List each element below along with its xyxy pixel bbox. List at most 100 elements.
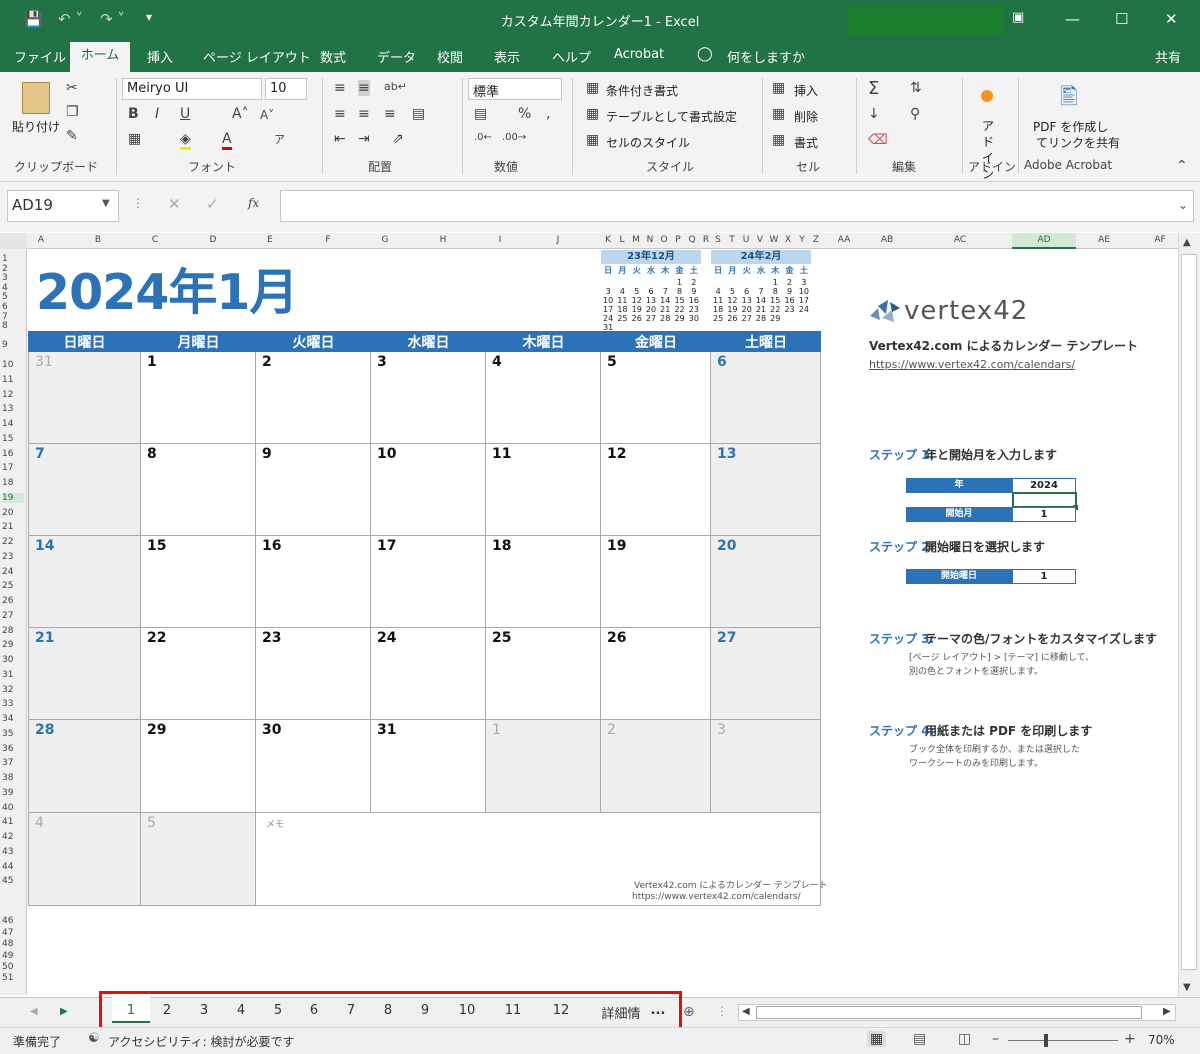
format-painter-icon[interactable]: ✎ — [66, 128, 78, 144]
row-header[interactable]: 46 — [2, 916, 24, 926]
row-header[interactable]: 15 — [2, 434, 24, 444]
row-header[interactable]: 34 — [2, 714, 24, 724]
row-header[interactable]: 37 — [2, 758, 24, 768]
row-header[interactable]: 19 — [2, 492, 24, 503]
next-sheet-icon[interactable]: ▶ — [60, 1006, 68, 1017]
accessibility-status[interactable]: アクセシビリティ: 検討が必要です — [108, 1033, 295, 1050]
calendar-day-cell[interactable]: 26 — [601, 628, 711, 720]
find-select-icon[interactable]: ⚲ — [910, 106, 920, 122]
row-header[interactable]: 10 — [2, 360, 24, 370]
column-header[interactable]: AE — [1094, 235, 1114, 245]
row-header[interactable]: 43 — [2, 847, 24, 857]
row-header[interactable]: 12 — [2, 390, 24, 400]
column-header[interactable]: D — [205, 235, 221, 245]
bold-icon[interactable]: B — [128, 106, 139, 122]
column-header[interactable]: E — [262, 235, 278, 245]
column-header[interactable]: N — [643, 235, 657, 245]
column-header[interactable]: U — [739, 235, 753, 245]
calendar-day-cell[interactable]: 18 — [486, 536, 601, 628]
column-header[interactable]: AC — [950, 235, 970, 245]
calendar-day-cell[interactable]: 31 — [28, 352, 141, 444]
expand-formula-icon[interactable]: ⌄ — [1178, 198, 1188, 212]
currency-icon[interactable]: ▤ — [474, 106, 487, 122]
tab-review[interactable]: 校閲 — [437, 47, 463, 66]
calendar-day-cell[interactable]: 13 — [711, 444, 821, 536]
column-header[interactable]: Q — [685, 235, 699, 245]
phonetic-icon[interactable]: ア — [274, 131, 285, 147]
column-header[interactable]: P — [671, 235, 685, 245]
calendar-day-cell[interactable]: 3 — [371, 352, 486, 444]
name-box-dropdown-icon[interactable]: ▼ — [102, 198, 110, 209]
zoom-in-icon[interactable]: + — [1124, 1031, 1136, 1047]
calendar-day-cell[interactable]: 21 — [28, 628, 141, 720]
row-header[interactable]: 18 — [2, 478, 24, 488]
align-left-icon[interactable]: ≡ — [334, 106, 346, 122]
column-header[interactable]: K — [601, 235, 615, 245]
column-header[interactable]: S — [711, 235, 725, 245]
calendar-day-cell[interactable]: 17 — [371, 536, 486, 628]
row-header[interactable]: 2 — [2, 264, 24, 274]
collapse-ribbon-icon[interactable]: ⌃ — [1176, 158, 1188, 174]
calendar-day-cell[interactable]: 11 — [486, 444, 601, 536]
scroll-down-icon[interactable]: ▼ — [1183, 982, 1191, 993]
increase-decimal-icon[interactable]: .0← — [474, 132, 492, 143]
column-header[interactable]: B — [90, 235, 106, 245]
row-header[interactable]: 13 — [2, 404, 24, 414]
row-header[interactable]: 5 — [2, 292, 24, 302]
align-middle-icon[interactable]: ≡ — [358, 80, 370, 96]
row-header[interactable]: 20 — [2, 508, 24, 518]
start-month-input[interactable]: 1 — [1012, 507, 1076, 522]
paste-button[interactable]: 貼り付け — [12, 118, 60, 135]
enter-icon[interactable]: ✓ — [206, 195, 219, 213]
border-icon[interactable]: ▦ — [128, 131, 141, 147]
font-name-select[interactable]: Meiryo UI — [122, 78, 262, 100]
font-size-select[interactable]: 10 — [265, 78, 307, 100]
addins-icon[interactable] — [981, 90, 993, 102]
clear-icon[interactable]: ⌫ — [868, 132, 888, 148]
page-break-view-icon[interactable]: ◫ — [958, 1031, 971, 1047]
formula-input[interactable] — [280, 190, 1194, 222]
row-header[interactable]: 40 — [2, 803, 24, 813]
comma-icon[interactable]: , — [546, 106, 550, 122]
row-header[interactable]: 21 — [2, 522, 24, 532]
cancel-icon[interactable]: ✕ — [168, 195, 181, 213]
row-header[interactable]: 8 — [2, 321, 24, 331]
row-header[interactable]: 4 — [2, 283, 24, 293]
start-weekday-input[interactable]: 1 — [1012, 569, 1076, 584]
row-header[interactable]: 30 — [2, 655, 24, 665]
select-all-corner[interactable] — [0, 233, 27, 249]
copy-icon[interactable]: ❐ — [66, 104, 79, 120]
column-header[interactable]: J — [550, 235, 566, 245]
row-header[interactable]: 38 — [2, 773, 24, 783]
horizontal-scroll-thumb[interactable] — [756, 1006, 1142, 1019]
row-header[interactable]: 29 — [2, 640, 24, 650]
insert-function-icon[interactable]: fx — [248, 196, 259, 210]
pdf-create-label-2[interactable]: てリンクを共有 — [1036, 134, 1120, 151]
row-header[interactable]: 25 — [2, 581, 24, 591]
year-input[interactable]: 2024 — [1012, 478, 1076, 493]
calendar-day-cell[interactable]: 4 — [486, 352, 601, 444]
row-header[interactable]: 49 — [2, 951, 24, 961]
autosum-icon[interactable]: Σ — [868, 78, 879, 99]
column-header[interactable]: T — [725, 235, 739, 245]
row-header[interactable]: 26 — [2, 596, 24, 606]
calendar-day-cell[interactable]: 8 — [141, 444, 256, 536]
calendar-day-cell[interactable]: 16 — [256, 536, 371, 628]
insert-cells-button[interactable]: 挿入 — [794, 82, 818, 99]
conditional-format-button[interactable]: 条件付き書式 — [606, 82, 678, 99]
column-header[interactable]: H — [435, 235, 451, 245]
share-button[interactable]: 共有 — [1155, 47, 1181, 66]
calendar-day-cell[interactable]: 20 — [711, 536, 821, 628]
row-header[interactable]: 50 — [2, 962, 24, 972]
column-header[interactable]: A — [33, 235, 49, 245]
row-header[interactable]: 9 — [2, 340, 24, 350]
minimize-icon[interactable]: — — [1065, 10, 1080, 28]
shrink-font-icon[interactable]: A˅ — [260, 108, 274, 122]
number-format-select[interactable]: 標準 — [468, 78, 562, 100]
row-header[interactable]: 44 — [2, 862, 24, 872]
panel-link[interactable]: https://www.vertex42.com/calendars/ — [869, 358, 1075, 371]
ribbon-display-icon[interactable]: ▣ — [1012, 10, 1024, 25]
row-header[interactable]: 16 — [2, 449, 24, 459]
zoom-level[interactable]: 70% — [1148, 1033, 1175, 1047]
calendar-day-cell[interactable]: 22 — [141, 628, 256, 720]
